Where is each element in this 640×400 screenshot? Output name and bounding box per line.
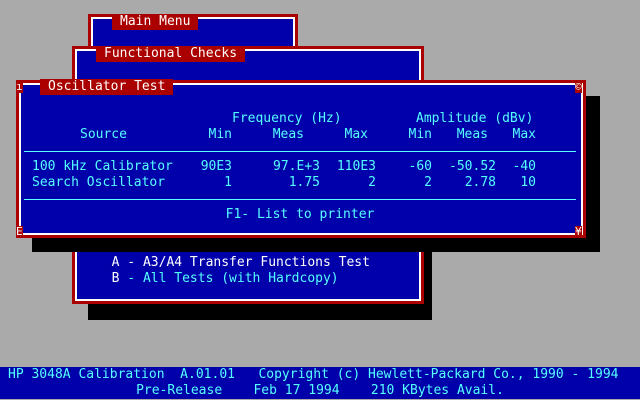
status-bar-line2: Pre-Release Feb 17 1994 210 KBytes Avail… <box>0 383 640 399</box>
col-source: Source <box>80 127 127 142</box>
row-freq-max: 110E3 <box>336 159 376 174</box>
row-amp-min: 2 <box>424 175 432 190</box>
row-amp-meas: 2.78 <box>464 175 496 190</box>
menu-item-b-label: - All Tests (with Hardcopy) <box>119 271 339 286</box>
status-bar-line1: HP 3048A Calibration A.01.01 Copyright (… <box>0 367 640 383</box>
main-menu-title: Main Menu <box>112 14 199 30</box>
col-freq-max: Max <box>344 127 368 142</box>
window-corner-br-icon: ¥ <box>575 225 582 238</box>
row-freq-meas: 97.E+3 <box>273 159 320 174</box>
header-divider <box>24 151 576 152</box>
window-corner-bl-icon: E <box>16 225 23 238</box>
row-source: Search Oscillator <box>32 175 166 190</box>
amplitude-group-header: Amplitude (dBv) <box>416 111 534 126</box>
row-amp-max: 10 <box>520 175 536 190</box>
row-source: 100 kHz Calibrator <box>32 159 173 174</box>
window-corner-tl-icon: ı <box>16 80 23 93</box>
row-amp-min: -60 <box>408 159 432 174</box>
row-freq-max: 2 <box>368 175 376 190</box>
row-amp-max: -40 <box>512 159 536 174</box>
window-corner-tr-icon: © <box>575 80 582 93</box>
row-amp-meas: -50.52 <box>449 159 496 174</box>
col-amp-meas: Meas <box>456 127 488 142</box>
functional-checks-title: Functional Checks <box>96 46 246 62</box>
col-freq-meas: Meas <box>272 127 304 142</box>
list-to-printer-hint[interactable]: F1- List to printer <box>24 207 576 223</box>
col-amp-min: Min <box>408 127 432 142</box>
footer-divider <box>24 199 576 200</box>
row-freq-meas: 1.75 <box>288 175 320 190</box>
col-freq-min: Min <box>208 127 232 142</box>
row-freq-min: 90E3 <box>200 159 232 174</box>
oscillator-test-title: Oscillator Test <box>40 79 174 95</box>
row-freq-min: 1 <box>224 175 232 190</box>
menu-item-b[interactable]: B - All Tests (with Hardcopy) <box>96 255 339 287</box>
col-amp-max: Max <box>512 127 536 142</box>
frequency-group-header: Frequency (Hz) <box>232 111 342 126</box>
